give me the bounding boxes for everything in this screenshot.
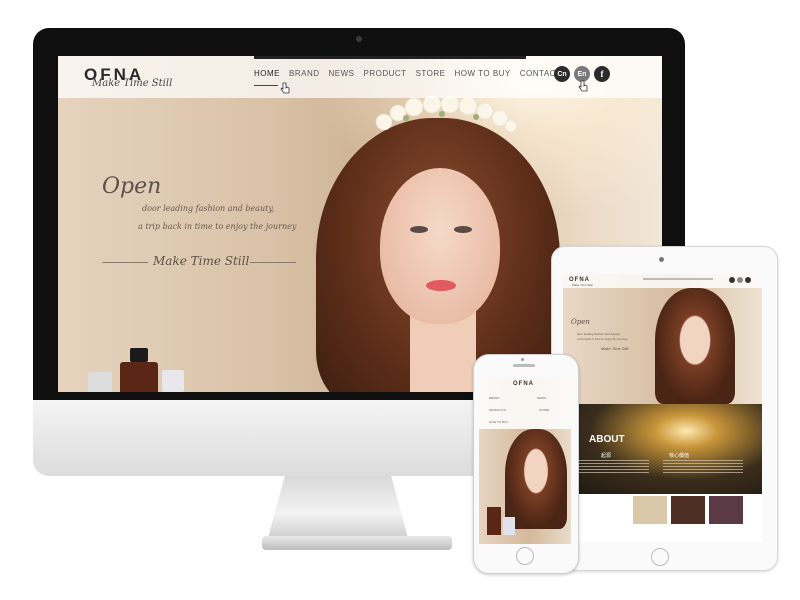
nav-active-indicator — [254, 85, 278, 86]
hero-headline: Open — [102, 174, 162, 199]
phone-menu-store[interactable]: STORE — [539, 408, 549, 412]
news-thumb-2 — [671, 496, 705, 524]
about-col-1-title: 起源 — [601, 453, 612, 459]
phone-product-box — [503, 517, 515, 535]
tablet-website: OFNA Make Time Still Open door leading f… — [563, 274, 762, 542]
cursor-hand-icon — [578, 80, 588, 92]
tablet-hero-tagline: Make Time Still — [601, 346, 629, 351]
tablet-hero-line-1: door leading fashion and beauty, — [577, 332, 621, 336]
product-box — [162, 370, 184, 392]
nav-top-bar — [254, 56, 526, 59]
nav-store[interactable]: STORE — [416, 69, 446, 78]
about-col-2-title: 核心價值 — [669, 453, 690, 459]
hero-tagline: Make Time Still — [153, 254, 250, 268]
phone-product-bottle — [487, 507, 501, 535]
hero-line-2: a trip back in time to enjoy the journey — [138, 222, 297, 231]
main-nav: HOME BRAND NEWS PRODUCT STORE HOW TO BUY… — [254, 69, 561, 78]
phone-model — [505, 429, 567, 529]
logo-tagline: Make Time Still — [92, 78, 173, 89]
camera-icon — [659, 257, 664, 262]
model-eye-right — [454, 226, 472, 233]
phone-logo: OFNA — [513, 381, 534, 387]
about-section — [563, 404, 762, 494]
news-thumb-1 — [633, 496, 667, 524]
tablet-home-button — [651, 548, 669, 566]
phone-menu-news[interactable]: NEWS — [537, 396, 546, 400]
about-title: ABOUT — [589, 434, 625, 445]
tablet-nav — [643, 278, 713, 280]
nav-news[interactable]: NEWS — [329, 69, 355, 78]
product-jar — [88, 372, 112, 392]
divider-left — [102, 262, 148, 263]
phone-menu-how-to-buy[interactable]: HOW TO BUY — [489, 420, 508, 424]
news-thumb-3 — [709, 496, 743, 524]
hero-line-1: door leading fashion and beauty, — [142, 204, 275, 213]
product-bottle — [120, 362, 158, 392]
phone-website: OFNA BRAND NEWS PRODUCTS STORE HOW TO BU… — [479, 377, 571, 544]
nav-home[interactable]: HOME — [254, 69, 280, 78]
tablet-lang-en — [737, 277, 743, 283]
flower-crown-icon — [375, 96, 518, 132]
nav-brand[interactable]: BRAND — [289, 69, 320, 78]
nav-product[interactable]: PRODUCT — [364, 69, 407, 78]
nav-how-to-buy[interactable]: HOW TO BUY — [455, 69, 511, 78]
tablet-hero-headline: Open — [571, 318, 590, 326]
tablet-model — [655, 288, 735, 404]
facebook-icon[interactable]: f — [594, 66, 610, 82]
cursor-hand-icon — [280, 82, 290, 94]
tablet-lang-cn — [729, 277, 735, 283]
divider-right — [250, 262, 296, 263]
phone-speaker — [513, 364, 535, 367]
phone-menu-brand[interactable]: BRAND — [489, 396, 500, 400]
bottle-cap — [130, 348, 148, 362]
tablet-facebook-icon — [745, 277, 751, 283]
about-col-2-text — [663, 460, 743, 474]
imac-stand — [268, 476, 408, 538]
phone-home-button — [516, 547, 534, 565]
lang-cn-button[interactable]: Cn — [554, 66, 570, 82]
phone-menu-products[interactable]: PRODUCTS — [489, 408, 506, 412]
model-face — [380, 168, 500, 324]
model-eye-left — [410, 226, 428, 233]
about-col-1-text — [579, 460, 649, 474]
model-lips — [426, 280, 456, 291]
camera-icon — [356, 36, 362, 42]
camera-icon — [521, 358, 524, 361]
tablet-logo-tagline: Make Time Still — [572, 283, 593, 287]
imac-stand-base — [262, 536, 452, 550]
tablet-hero-line-2: a trip back in time to enjoy the journey — [577, 337, 628, 341]
